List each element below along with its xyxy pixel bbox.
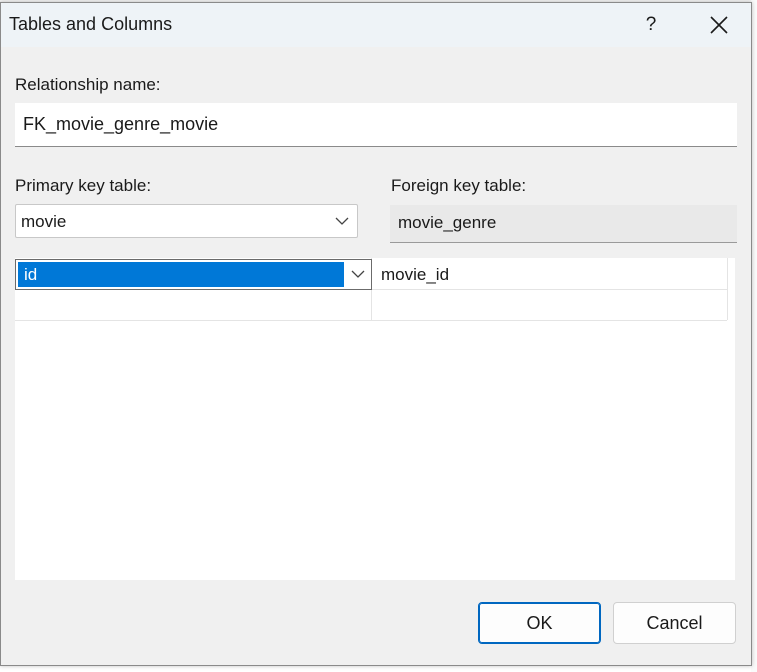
ok-button[interactable]: OK bbox=[478, 602, 601, 644]
grid-column-divider bbox=[727, 258, 728, 320]
help-button[interactable]: ? bbox=[631, 9, 671, 41]
foreign-key-table-label: Foreign key table: bbox=[391, 176, 527, 195]
primary-key-table-value: movie bbox=[21, 212, 67, 231]
chevron-down-icon bbox=[351, 270, 365, 278]
foreign-column-cell[interactable]: movie_id bbox=[381, 265, 449, 285]
primary-column-value: id bbox=[18, 262, 344, 287]
title-bar[interactable]: Tables and Columns ? bbox=[1, 3, 751, 47]
primary-key-table-select[interactable]: movie bbox=[15, 204, 358, 238]
cancel-button[interactable]: Cancel bbox=[613, 602, 736, 644]
relationship-name-input[interactable] bbox=[15, 103, 737, 147]
dialog-title: Tables and Columns bbox=[9, 14, 173, 34]
column-mapping-grid[interactable]: id movie_id bbox=[15, 258, 735, 580]
close-icon bbox=[710, 16, 728, 34]
relationship-name-label: Relationship name: bbox=[15, 75, 161, 94]
primary-column-cell[interactable] bbox=[21, 296, 361, 318]
primary-key-table-label: Primary key table: bbox=[15, 176, 152, 195]
foreign-key-table-field: movie_genre bbox=[390, 205, 737, 243]
tables-and-columns-dialog: Tables and Columns ? Relationship name: … bbox=[0, 2, 752, 666]
foreign-key-table-value: movie_genre bbox=[398, 213, 497, 232]
grid-row-divider bbox=[15, 320, 727, 321]
foreign-column-cell[interactable] bbox=[381, 296, 721, 318]
chevron-down-icon bbox=[335, 217, 349, 225]
close-button[interactable] bbox=[697, 9, 741, 41]
primary-column-select[interactable]: id bbox=[15, 259, 372, 290]
